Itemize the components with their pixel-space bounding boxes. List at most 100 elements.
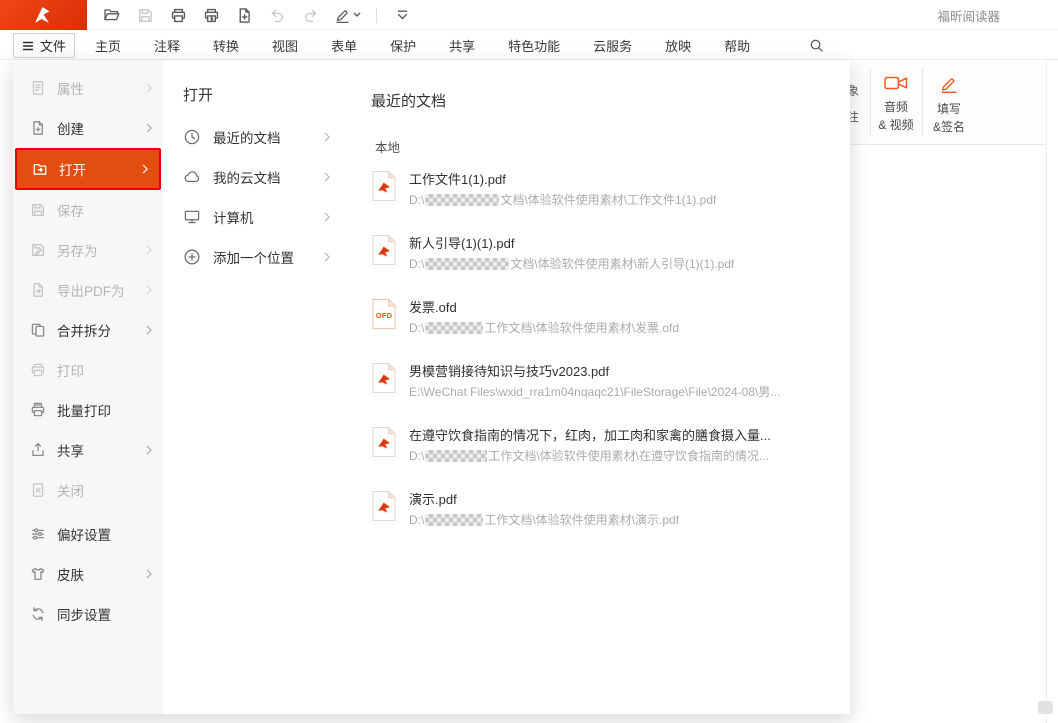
redacted-path-segment — [425, 450, 487, 462]
sidebar-item-open[interactable]: 打开 — [15, 148, 161, 190]
file-path-suffix: 工作文档\体验软件使用素材\演示.pdf — [484, 513, 679, 527]
tab-help[interactable]: 帮助 — [724, 36, 750, 55]
redacted-path-segment — [425, 322, 483, 334]
chevron-right-icon — [324, 172, 331, 182]
ribbon-partial-background: 象 注 音频 & 视频 填写 &签名 — [850, 60, 1046, 145]
computer-icon — [183, 208, 201, 226]
sidebar-item-save[interactable]: 保存 — [13, 190, 163, 230]
pen-icon — [939, 74, 959, 99]
ribbon-tabs: 主页 注释 转换 视图 表单 保护 共享 特色功能 云服务 放映 帮助 — [95, 30, 824, 60]
pdf-file-icon — [371, 426, 397, 458]
file-menu-panel: 属性 创建 打开 保存 另存为 导出PDF为 — [13, 60, 850, 714]
fill-sign-label-1: 填写 — [937, 102, 961, 117]
open-item-my-cloud-documents[interactable]: 我的云文档 — [163, 157, 345, 197]
scrollbar-track-edge — [1046, 60, 1047, 723]
preferences-icon — [30, 526, 46, 542]
title-bar: 福昕阅读器 — [0, 0, 1058, 30]
ink-sign-icon[interactable] — [331, 3, 363, 27]
print-icon — [30, 362, 46, 378]
sidebar-item-label: 属性 — [57, 78, 84, 98]
tab-share[interactable]: 共享 — [449, 36, 475, 55]
chevron-right-icon — [146, 285, 153, 295]
file-path-prefix: D:\ — [409, 449, 424, 463]
recent-group-label: 本地 — [375, 137, 826, 156]
file-path-prefix: D:\ — [409, 257, 424, 271]
sidebar-item-create[interactable]: 创建 — [13, 108, 163, 148]
recent-documents-panel: 最近的文档 本地 工作文件1(1).pdf D:\文档\体验软件使用素材\工作文… — [345, 60, 850, 714]
recent-file-entry[interactable]: 演示.pdf D:\工作文档\体验软件使用素材\演示.pdf — [371, 490, 826, 528]
tab-home[interactable]: 主页 — [95, 36, 121, 55]
file-path: D:\文档\体验软件使用素材\新人引导(1)(1).pdf — [409, 257, 734, 272]
sidebar-item-save-as[interactable]: 另存为 — [13, 230, 163, 270]
tab-protect[interactable]: 保护 — [390, 36, 416, 55]
sidebar-item-share[interactable]: 共享 — [13, 430, 163, 470]
recent-file-entry[interactable]: 新人引导(1)(1).pdf D:\文档\体验软件使用素材\新人引导(1)(1)… — [371, 234, 826, 272]
chevron-right-icon — [324, 212, 331, 222]
file-path: D:\工作文档\体验软件使用素材\演示.pdf — [409, 513, 679, 528]
ribbon-divider — [922, 68, 923, 136]
tab-features[interactable]: 特色功能 — [508, 36, 560, 55]
audio-video-button[interactable]: 音频 & 视频 — [873, 68, 919, 140]
tab-view[interactable]: 视图 — [272, 36, 298, 55]
sidebar-item-skin[interactable]: 皮肤 — [13, 554, 163, 594]
save-icon[interactable] — [133, 3, 157, 27]
tab-convert[interactable]: 转换 — [213, 36, 239, 55]
recent-file-entry[interactable]: 男模营销接待知识与技巧v2023.pdf E:\WeChat Files\wxi… — [371, 362, 826, 400]
sidebar-item-properties[interactable]: 属性 — [13, 68, 163, 108]
sidebar-item-merge-split[interactable]: 合并拆分 — [13, 310, 163, 350]
redo-icon[interactable] — [298, 3, 322, 27]
file-path-prefix: D:\ — [409, 193, 424, 207]
open-item-computer[interactable]: 计算机 — [163, 197, 345, 237]
recent-file-entry[interactable]: 在遵守饮食指南的情况下，红肉，加工肉和家禽的膳食摄入量... D:\工作文档\体… — [371, 426, 826, 464]
ribbon-divider — [870, 68, 871, 136]
pdf-file-icon — [371, 234, 397, 266]
file-menu-label: 文件 — [40, 36, 66, 55]
toolbar-divider — [376, 8, 377, 23]
sidebar-item-sync-settings[interactable]: 同步设置 — [13, 594, 163, 634]
open-panel: 打开 最近的文档 我的云文档 计算机 添加一个位置 — [163, 60, 345, 714]
undo-icon[interactable] — [265, 3, 289, 27]
sidebar-item-close[interactable]: 关闭 — [13, 470, 163, 510]
ofd-badge: OFD — [371, 311, 397, 320]
create-pdf-icon[interactable] — [232, 3, 256, 27]
skin-icon — [30, 566, 46, 582]
recent-file-entry[interactable]: 工作文件1(1).pdf D:\文档\体验软件使用素材\工作文件1(1).pdf — [371, 170, 826, 208]
print-icon[interactable] — [166, 3, 190, 27]
panel-toggle-button[interactable] — [1038, 701, 1053, 714]
customize-toolbar-chevron-icon[interactable] — [390, 3, 414, 27]
merge-split-icon — [30, 322, 46, 338]
chevron-right-icon — [146, 245, 153, 255]
fill-sign-button[interactable]: 填写 &签名 — [926, 68, 972, 140]
recent-panel-title: 最近的文档 — [371, 90, 826, 111]
open-item-add-a-place[interactable]: 添加一个位置 — [163, 237, 345, 277]
tab-present[interactable]: 放映 — [665, 36, 691, 55]
file-name: 演示.pdf — [409, 491, 679, 508]
foxit-logo-icon — [32, 5, 56, 25]
sidebar-item-preferences[interactable]: 偏好设置 — [13, 514, 163, 554]
share-icon — [30, 442, 46, 458]
file-path-prefix: E:\WeChat Files\wxid_rra1m04nqaqc21\File… — [409, 385, 780, 399]
open-item-recent-documents[interactable]: 最近的文档 — [163, 117, 345, 157]
file-menu-button[interactable]: 文件 — [13, 33, 75, 58]
clock-icon — [183, 128, 201, 146]
chevron-right-icon — [146, 325, 153, 335]
save-icon — [30, 202, 46, 218]
sidebar-item-export-pdf[interactable]: 导出PDF为 — [13, 270, 163, 310]
sync-icon — [30, 606, 46, 622]
recent-file-entry[interactable]: OFD 发票.ofd D:\工作文档\体验软件使用素材\发票.ofd — [371, 298, 826, 336]
save-as-icon — [30, 242, 46, 258]
pdf-file-icon — [371, 490, 397, 522]
open-folder-icon[interactable] — [100, 3, 124, 27]
tab-form[interactable]: 表单 — [331, 36, 357, 55]
tab-comment[interactable]: 注释 — [154, 36, 180, 55]
sidebar-item-label: 同步设置 — [57, 604, 111, 624]
tab-cloud[interactable]: 云服务 — [593, 36, 632, 55]
sidebar-item-print[interactable]: 打印 — [13, 350, 163, 390]
quick-print-icon[interactable] — [199, 3, 223, 27]
search-icon[interactable] — [809, 38, 824, 53]
sidebar-item-label: 皮肤 — [57, 564, 84, 584]
file-path-suffix: 工作文档\体验软件使用素材\在遵守饮食指南的情况... — [488, 449, 769, 463]
file-name: 男模营销接待知识与技巧v2023.pdf — [409, 363, 780, 380]
create-icon — [30, 120, 46, 136]
sidebar-item-batch-print[interactable]: 批量打印 — [13, 390, 163, 430]
